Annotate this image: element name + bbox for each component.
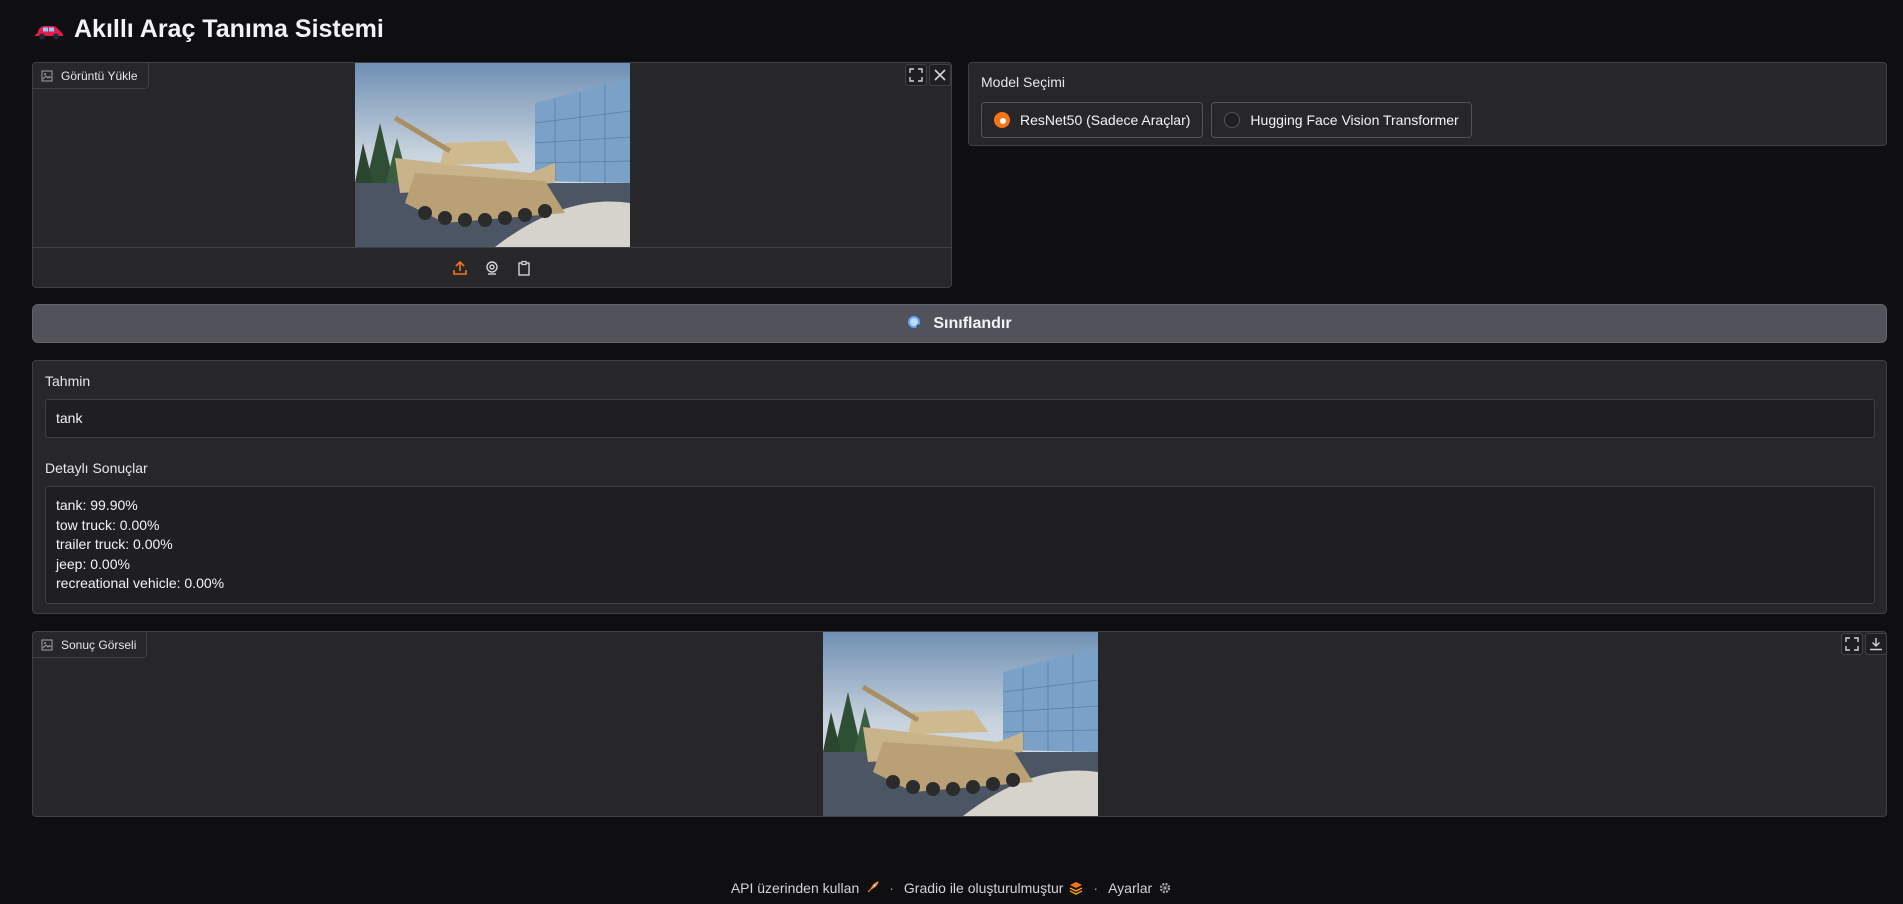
result-fullscreen-button[interactable] [1841, 633, 1863, 655]
webcam-icon [486, 260, 498, 275]
settings-link[interactable]: Ayarlar [1108, 880, 1172, 896]
image-source-bar [33, 247, 951, 287]
uploaded-tank-image [355, 63, 630, 247]
fullscreen-button[interactable] [905, 64, 927, 86]
model-radio-group: ResNet50 (Sadece Araçlar) Hugging Face V… [981, 102, 1874, 138]
footer: API üzerinden kullan · Gradio ile oluştu… [0, 878, 1903, 898]
model-option-vit[interactable]: Hugging Face Vision Transformer [1211, 102, 1472, 138]
details-line: tow truck: 0.00% [56, 516, 160, 533]
details-label: Detaylı Sonuçlar [45, 460, 148, 476]
results-panel: Tahmin tank Detaylı Sonuçlar tank: 99.90… [32, 360, 1887, 614]
result-image-label-text: Sonuç Görseli [61, 637, 137, 652]
gradio-link-label: Gradio ile oluşturulmuştur [903, 880, 1064, 896]
prediction-value: tank [56, 410, 83, 426]
model-selection-label: Model Seçimi [981, 74, 1066, 90]
fullscreen-icon [909, 68, 923, 82]
gear-icon [1159, 882, 1171, 894]
result-tank-image [823, 632, 1098, 816]
details-line: jeep: 0.00% [56, 555, 130, 572]
image-icon [41, 70, 53, 81]
magnifier-icon [908, 315, 925, 332]
settings-link-label: Ayarlar [1108, 880, 1153, 896]
footer-separator: · [1093, 880, 1099, 896]
upload-source-button[interactable] [449, 257, 471, 279]
model-option-resnet50[interactable]: ResNet50 (Sadece Araçlar) [981, 102, 1204, 138]
clipboard-icon [518, 260, 530, 276]
image-icon [41, 639, 53, 650]
details-line: trailer truck: 0.00% [56, 536, 173, 552]
classify-button[interactable]: Sınıflandır [32, 304, 1887, 343]
radio-unchecked-icon [1224, 112, 1241, 128]
model-selection-panel: Model Seçimi ResNet50 (Sadece Araçlar) H… [968, 62, 1887, 146]
api-link[interactable]: API üzerinden kullan [731, 880, 879, 896]
api-link-label: API üzerinden kullan [730, 880, 860, 896]
webcam-source-button[interactable] [481, 257, 503, 279]
image-upload-panel[interactable]: Görüntü Yükle [32, 62, 952, 288]
download-icon [1870, 638, 1882, 651]
page-title: Akıllı Araç Tanıma Sistemi [74, 14, 384, 43]
app-title-row: Akıllı Araç Tanıma Sistemi [34, 12, 384, 46]
result-image-panel: Sonuç Görseli [32, 631, 1887, 817]
model-option-label: ResNet50 (Sadece Araçlar) [1020, 112, 1191, 128]
fullscreen-icon [1845, 637, 1859, 651]
details-line: recreational vehicle: 0.00% [56, 575, 225, 591]
image-upload-label: Görüntü Yükle [33, 63, 149, 89]
details-output[interactable]: tank: 99.90% tow truck: 0.00% trailer tr… [45, 486, 1875, 604]
details-line: tank: 99.90% [56, 497, 138, 513]
gradio-link[interactable]: Gradio ile oluşturulmuştur [904, 880, 1084, 896]
radio-checked-icon [994, 112, 1010, 128]
close-icon [934, 69, 946, 81]
prediction-label: Tahmin [45, 373, 91, 389]
gradio-logo-icon [1070, 882, 1083, 895]
result-image-label: Sonuç Görseli [33, 632, 148, 658]
classify-button-label: Sınıflandır [933, 314, 1012, 332]
download-button[interactable] [1865, 633, 1887, 655]
car-icon [34, 19, 64, 40]
footer-separator: · [889, 880, 894, 896]
image-upload-label-text: Görüntü Yükle [61, 68, 138, 83]
rocket-icon [867, 881, 879, 893]
clear-image-button[interactable] [929, 64, 951, 86]
upload-icon [453, 260, 467, 275]
prediction-output[interactable]: tank [45, 399, 1875, 438]
model-option-label: Hugging Face Vision Transformer [1250, 112, 1459, 128]
clipboard-source-button[interactable] [513, 257, 535, 279]
